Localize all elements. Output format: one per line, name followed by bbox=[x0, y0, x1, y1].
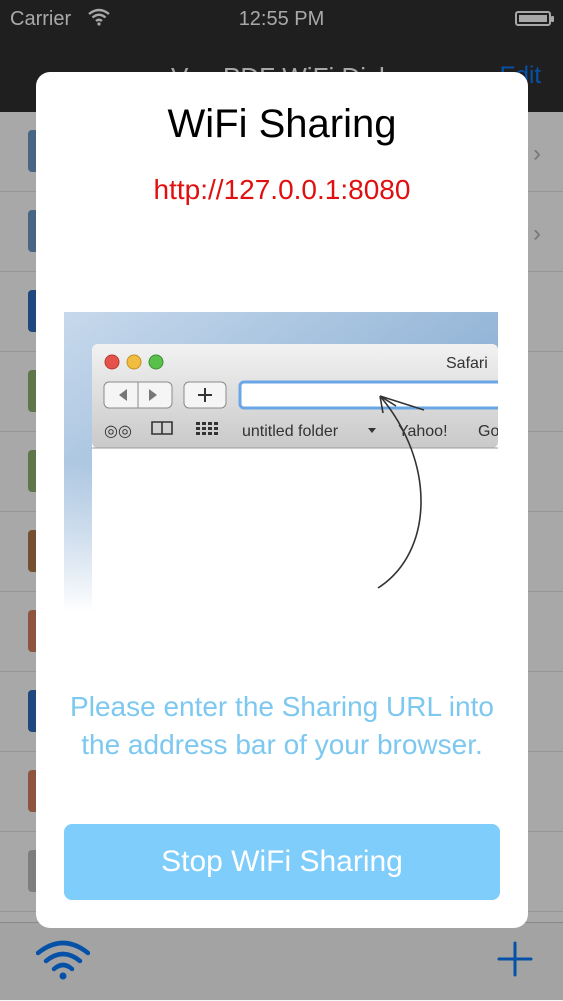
illustration-window-title: Safari bbox=[446, 355, 488, 372]
stop-wifi-sharing-button[interactable]: Stop WiFi Sharing bbox=[64, 824, 500, 900]
illustration-bookmark-2: Yahoo! bbox=[398, 423, 448, 440]
instructions-text: Please enter the Sharing URL into the ad… bbox=[70, 691, 494, 760]
sharing-url: http://127.0.0.1:8080 bbox=[153, 174, 411, 205]
illustration-bookmark-1: untitled folder bbox=[242, 423, 339, 440]
svg-text:◎◎: ◎◎ bbox=[104, 423, 132, 440]
wifi-sharing-dialog: WiFi Sharing http://127.0.0.1:8080 Safar… bbox=[36, 72, 528, 928]
dialog-title: WiFi Sharing bbox=[167, 102, 397, 146]
illustration-bookmark-3: Go bbox=[478, 423, 498, 440]
browser-address-bar-illustration: Safari ◎◎ untitled folder Yahoo! Go bbox=[64, 312, 498, 612]
